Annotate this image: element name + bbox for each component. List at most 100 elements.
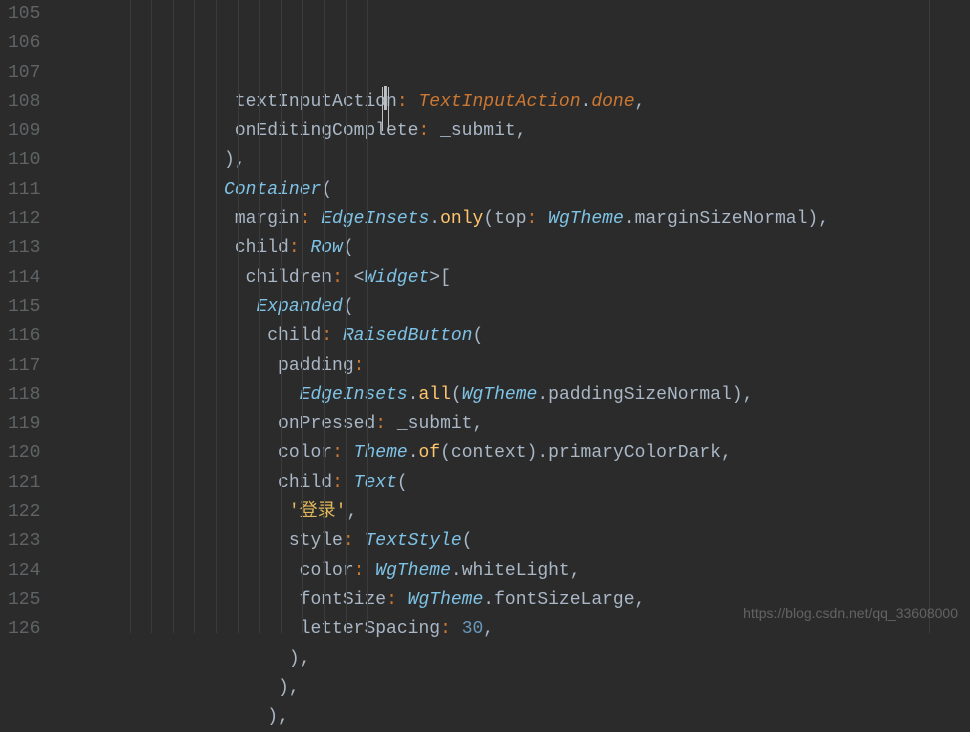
code-token: , xyxy=(473,414,484,434)
code-token: , xyxy=(346,502,357,522)
code-line[interactable]: onEditingComplete: _submit, xyxy=(62,117,829,146)
code-token: top xyxy=(494,209,526,229)
code-token: fontSize xyxy=(300,590,386,610)
code-token: all xyxy=(418,385,450,405)
code-token: . xyxy=(581,92,592,112)
code-token: WgTheme xyxy=(548,209,624,229)
code-line[interactable]: EdgeInsets.all(WgTheme.paddingSizeNormal… xyxy=(62,381,829,410)
code-token: ( xyxy=(440,443,451,463)
code-token: : xyxy=(289,238,311,258)
code-token: : xyxy=(321,326,343,346)
code-token: style xyxy=(289,531,343,551)
code-token: < xyxy=(354,268,365,288)
code-token: . xyxy=(483,590,494,610)
code-line[interactable]: ), xyxy=(62,674,829,703)
line-number: 115 xyxy=(8,293,40,322)
code-token: _submit xyxy=(440,121,516,141)
code-token: paddingSizeNormal xyxy=(548,385,732,405)
code-token: primaryColorDark xyxy=(548,443,721,463)
line-number: 125 xyxy=(8,586,40,615)
code-token: child xyxy=(235,238,289,258)
code-token: ), xyxy=(224,150,246,170)
code-line[interactable]: onPressed: _submit, xyxy=(62,410,829,439)
line-number: 111 xyxy=(8,176,40,205)
code-line[interactable]: style: TextStyle( xyxy=(62,527,829,556)
code-token: EdgeInsets xyxy=(300,385,408,405)
code-line[interactable]: child: RaisedButton( xyxy=(62,322,829,351)
code-area[interactable]: textInputAction: TextInputAction.done, o… xyxy=(54,0,829,633)
code-token: fontSizeLarge xyxy=(494,590,634,610)
code-token: . xyxy=(429,209,440,229)
code-line[interactable]: color: Theme.of(context).primaryColorDar… xyxy=(62,439,829,468)
line-number: 123 xyxy=(8,527,40,556)
code-token: Theme xyxy=(354,443,408,463)
line-number: 119 xyxy=(8,410,40,439)
code-token: ( xyxy=(343,238,354,258)
code-line[interactable]: '登录', xyxy=(62,498,829,527)
code-token: , xyxy=(721,443,732,463)
code-editor[interactable]: 1051061071081091101111121131141151161171… xyxy=(0,0,970,633)
code-token: margin xyxy=(235,209,300,229)
code-line[interactable]: children: <Widget>[ xyxy=(62,264,829,293)
code-line[interactable]: ), xyxy=(62,703,829,732)
code-token: ), xyxy=(267,707,289,727)
line-number: 120 xyxy=(8,439,40,468)
code-token: , xyxy=(635,92,646,112)
code-token: WgTheme xyxy=(375,561,451,581)
code-token: Row xyxy=(310,238,342,258)
code-line[interactable]: child: Row( xyxy=(62,234,829,263)
line-number: 126 xyxy=(8,615,40,644)
code-token: textInputAction xyxy=(235,92,397,112)
code-token: . xyxy=(408,443,419,463)
line-number: 114 xyxy=(8,264,40,293)
code-token: RaisedButton xyxy=(343,326,473,346)
code-token: onPressed xyxy=(278,414,375,434)
line-number: 121 xyxy=(8,469,40,498)
right-margin-guide xyxy=(929,0,930,633)
code-token: '登录' xyxy=(289,502,347,522)
code-token: color xyxy=(278,443,332,463)
code-token: . xyxy=(451,561,462,581)
code-token: ( xyxy=(483,209,494,229)
code-line[interactable]: ), xyxy=(62,645,829,674)
line-number: 112 xyxy=(8,205,40,234)
code-token: , xyxy=(635,590,646,610)
code-token: children xyxy=(246,268,332,288)
code-token: EdgeInsets xyxy=(321,209,429,229)
code-token: WgTheme xyxy=(408,590,484,610)
code-token: >[ xyxy=(429,268,451,288)
line-number: 105 xyxy=(8,0,40,29)
code-token: , xyxy=(483,619,494,639)
code-token: ( xyxy=(397,473,408,493)
line-number: 117 xyxy=(8,352,40,381)
line-number: 116 xyxy=(8,322,40,351)
line-number: 109 xyxy=(8,117,40,146)
line-number: 108 xyxy=(8,88,40,117)
code-line[interactable]: margin: EdgeInsets.only(top: WgTheme.mar… xyxy=(62,205,829,234)
code-token: : xyxy=(332,268,354,288)
code-token: : xyxy=(332,443,354,463)
code-token: . xyxy=(624,209,635,229)
code-token: ( xyxy=(451,385,462,405)
code-line[interactable]: child: Text( xyxy=(62,469,829,498)
line-number-gutter: 1051061071081091101111121131141151161171… xyxy=(0,0,54,633)
code-line[interactable]: color: WgTheme.whiteLight, xyxy=(62,557,829,586)
code-line[interactable]: fontSize: WgTheme.fontSizeLarge, xyxy=(62,586,829,615)
code-line[interactable]: Expanded( xyxy=(62,293,829,322)
code-line[interactable]: Container( xyxy=(62,176,829,205)
code-token: onEditingComplete xyxy=(235,121,419,141)
watermark-text: https://blog.csdn.net/qq_33608000 xyxy=(743,599,958,628)
code-token: : xyxy=(332,473,354,493)
code-line[interactable]: padding: xyxy=(62,352,829,381)
code-token: 30 xyxy=(462,619,484,639)
code-token: child xyxy=(278,473,332,493)
code-line[interactable]: textInputAction: TextInputAction.done, xyxy=(62,88,829,117)
code-token: done xyxy=(591,92,634,112)
code-token: whiteLight xyxy=(462,561,570,581)
code-line[interactable]: letterSpacing: 30, xyxy=(62,615,829,644)
code-token: TextStyle xyxy=(364,531,461,551)
code-token: letterSpacing xyxy=(300,619,440,639)
code-token: Container xyxy=(224,180,321,200)
code-line[interactable]: ), xyxy=(62,146,829,175)
code-token: Expanded xyxy=(256,297,342,317)
